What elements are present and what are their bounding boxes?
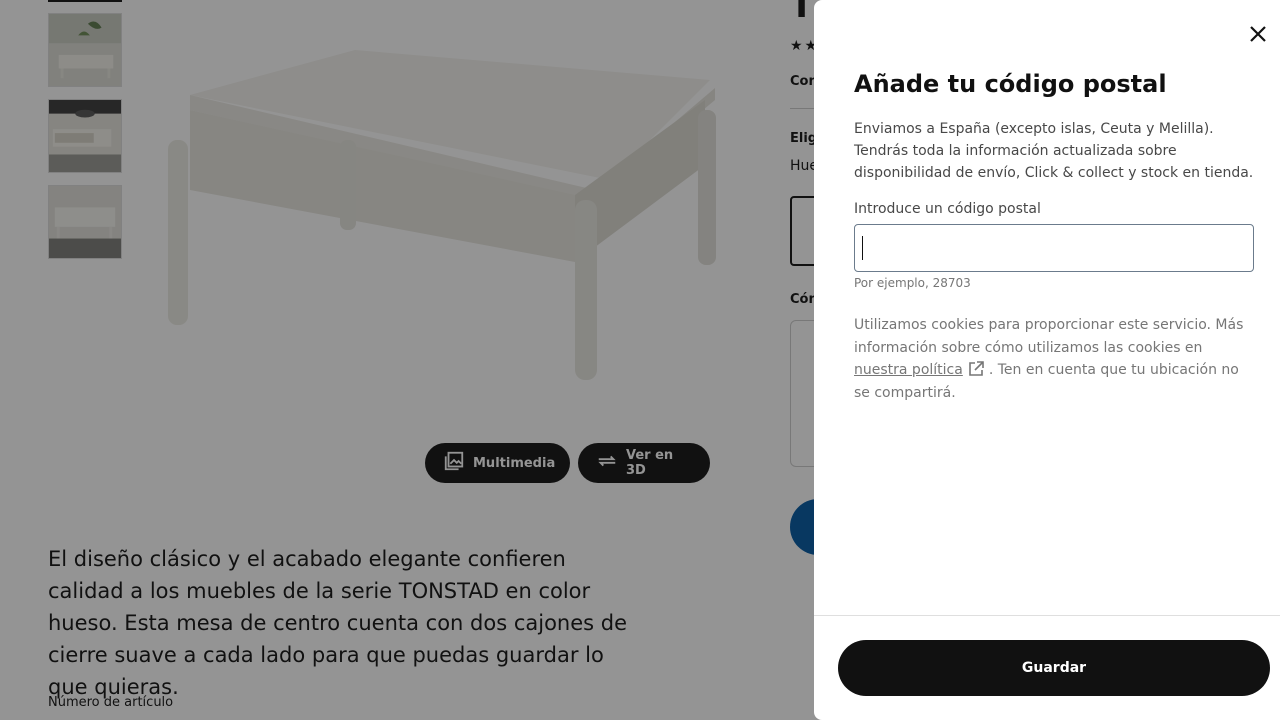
postal-code-label: Introduce un código postal (854, 201, 1041, 217)
save-button[interactable]: Guardar (838, 640, 1270, 696)
cookie-notice: Utilizamos cookies para proporcionar est… (854, 314, 1254, 404)
policy-link[interactable]: nuestra política (854, 362, 963, 378)
postal-code-input[interactable] (854, 224, 1254, 272)
postal-code-help: Por ejemplo, 28703 (854, 276, 971, 290)
close-button[interactable] (1242, 20, 1274, 52)
footer-divider (814, 615, 1280, 616)
external-link-icon[interactable] (967, 360, 985, 378)
text-caret (862, 236, 863, 260)
cookie-text-before: Utilizamos cookies para proporcionar est… (854, 317, 1244, 356)
close-icon (1249, 25, 1267, 47)
modal-title: Añade tu código postal (854, 70, 1167, 98)
modal-intro-text: Enviamos a España (excepto islas, Ceuta … (854, 121, 1254, 181)
